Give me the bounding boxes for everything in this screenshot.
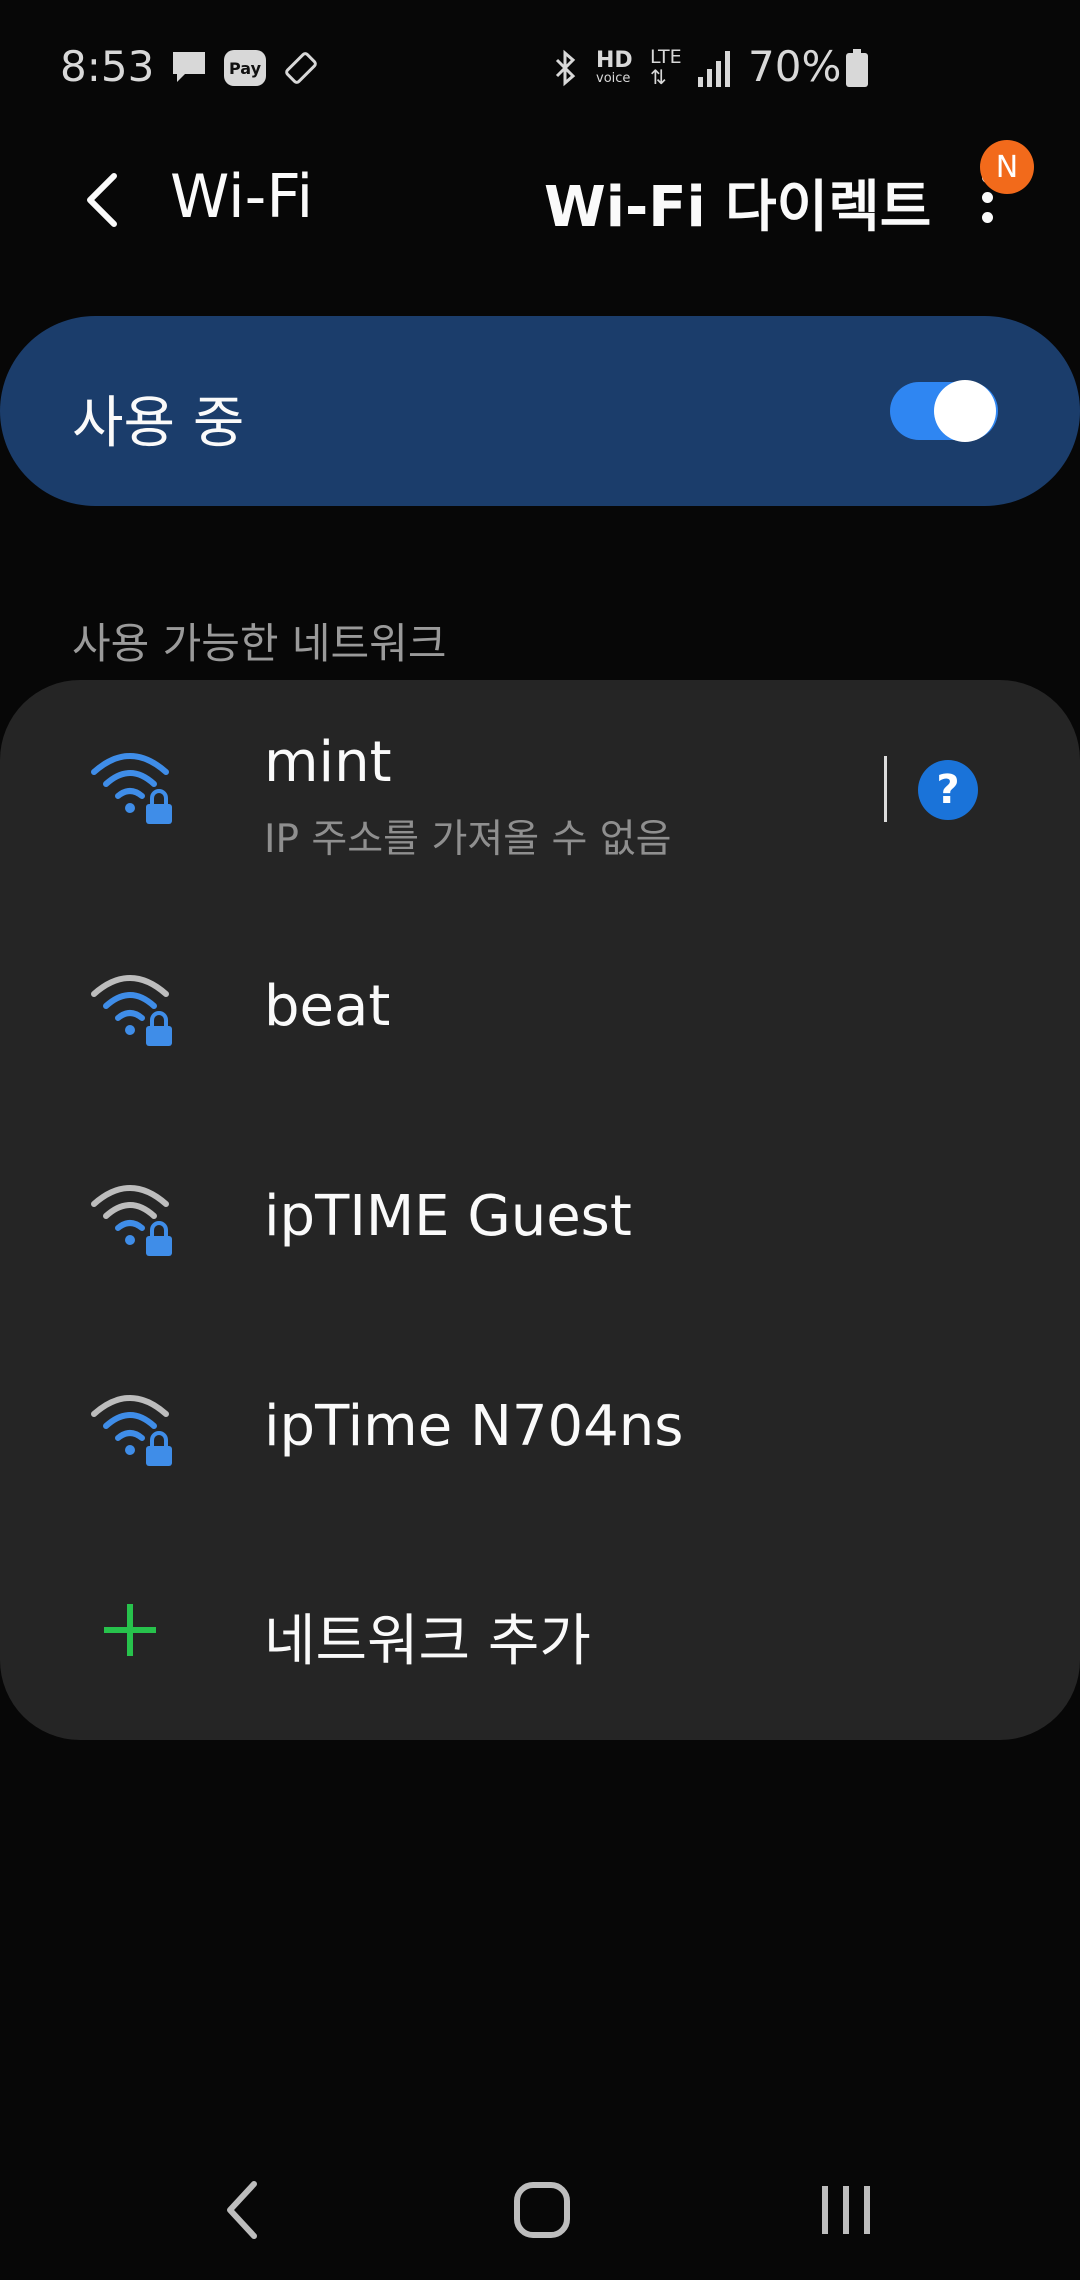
network-name: mint <box>264 730 392 795</box>
add-network-row[interactable]: 네트워크 추가 <box>0 1530 1080 1730</box>
wifi-lock-icon <box>90 968 176 1048</box>
switch-knob <box>934 380 996 442</box>
network-row-beat[interactable]: beat <box>0 900 1080 1100</box>
nav-back-button[interactable] <box>182 2170 302 2250</box>
status-time: 8:53 <box>60 42 155 91</box>
nav-recents-icon <box>822 2186 870 2234</box>
nav-home-button[interactable] <box>482 2170 602 2250</box>
chevron-left-icon <box>87 173 117 227</box>
voice-label: voice <box>596 71 631 86</box>
battery-icon <box>842 48 872 88</box>
wifi-lock-icon <box>90 746 176 826</box>
nav-back-icon <box>227 2181 257 2239</box>
divider <box>884 756 887 822</box>
wifi-lock-icon <box>90 1388 176 1468</box>
network-row-iptime-n704ns[interactable]: ipTime N704ns <box>0 1320 1080 1520</box>
network-row-iptime-guest[interactable]: ipTIME Guest <box>0 1110 1080 1310</box>
network-status: IP 주소를 가져올 수 없음 <box>264 817 672 862</box>
signal-icon <box>694 48 738 88</box>
bluetooth-icon <box>546 48 586 88</box>
wifi-lock-icon <box>90 1178 176 1258</box>
network-name: ipTIME Guest <box>264 1184 632 1249</box>
section-label: 사용 가능한 네트워크 <box>72 619 447 668</box>
hd-voice-icon: HD voice <box>596 48 640 86</box>
network-name: beat <box>264 974 391 1039</box>
nav-home-icon <box>514 2182 570 2238</box>
message-icon <box>166 48 212 88</box>
rotate-icon <box>278 48 324 88</box>
hd-label: HD <box>596 48 633 73</box>
nav-recents-button[interactable] <box>786 2170 906 2250</box>
question-icon: ? <box>936 767 960 813</box>
network-name: ipTime N704ns <box>264 1394 684 1459</box>
help-button[interactable]: ? <box>918 760 978 820</box>
back-button[interactable] <box>62 160 142 240</box>
add-network-label: 네트워크 추가 <box>264 1609 591 1674</box>
pay-label: Pay <box>224 50 266 86</box>
pay-icon: Pay <box>222 48 268 88</box>
notification-badge: N <box>980 140 1034 194</box>
plus-icon <box>104 1604 156 1656</box>
page-title: Wi-Fi <box>170 162 314 232</box>
battery-percent: 70% <box>748 42 842 91</box>
lte-icon: LTE ⇅ <box>650 48 690 88</box>
wifi-direct-button[interactable]: Wi-Fi 다이렉트 <box>544 162 931 243</box>
toggle-label: 사용 중 <box>72 391 245 456</box>
